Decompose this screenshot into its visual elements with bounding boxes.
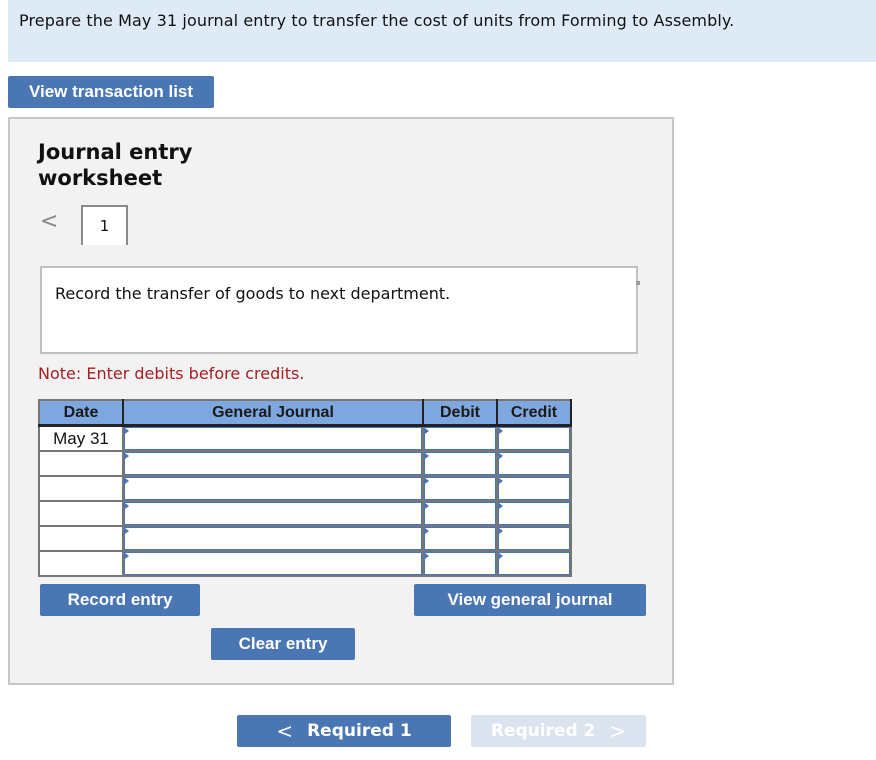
transaction-description-box: Record the transfer of goods to next dep… (40, 266, 638, 354)
account-input[interactable] (124, 527, 422, 550)
account-cell (122, 475, 424, 502)
credit-cell (496, 550, 572, 577)
worksheet-page-tab-1[interactable]: 1 (81, 205, 128, 245)
account-cell (122, 500, 424, 527)
account-input[interactable] (124, 552, 422, 575)
header-date: Date (39, 400, 124, 427)
debit-input[interactable] (424, 552, 496, 575)
record-entry-button[interactable]: Record entry (40, 584, 200, 616)
worksheet-title: Journal entry worksheet (38, 140, 193, 190)
credit-cell (496, 475, 572, 502)
journal-table: Date General Journal Debit Credit May 31 (38, 399, 572, 577)
debit-cell (422, 475, 498, 502)
debit-input[interactable] (424, 427, 496, 450)
date-cell (38, 525, 124, 552)
required-2-label: Required 2 (490, 721, 596, 741)
table-row (38, 550, 572, 577)
instruction-text: Prepare the May 31 journal entry to tran… (19, 11, 735, 30)
clear-entry-button[interactable]: Clear entry (211, 628, 355, 660)
credit-input[interactable] (498, 502, 570, 525)
credit-input[interactable] (498, 452, 570, 475)
resize-marker (636, 281, 640, 285)
header-debit: Debit (423, 400, 498, 427)
debit-input[interactable] (424, 477, 496, 500)
debit-credit-note: Note: Enter debits before credits. (38, 364, 305, 383)
table-row (38, 500, 572, 527)
date-cell (38, 475, 124, 502)
journal-entry-worksheet-panel: Journal entry worksheet < 1 Record the t… (8, 117, 674, 685)
credit-cell (496, 424, 572, 452)
debit-input[interactable] (424, 452, 496, 475)
instruction-banner: Prepare the May 31 journal entry to tran… (8, 0, 876, 62)
debit-cell (422, 450, 498, 477)
credit-cell (496, 500, 572, 527)
credit-input[interactable] (498, 527, 570, 550)
credit-input[interactable] (498, 477, 570, 500)
account-cell (122, 550, 424, 577)
credit-cell (496, 525, 572, 552)
account-input[interactable] (124, 477, 422, 500)
debit-input[interactable] (424, 502, 496, 525)
header-general-journal: General Journal (123, 400, 424, 427)
table-row: May 31 (38, 424, 572, 452)
account-cell (122, 424, 424, 452)
table-row (38, 450, 572, 477)
debit-cell (422, 525, 498, 552)
chevron-left-icon: < (276, 719, 294, 743)
view-general-journal-button[interactable]: View general journal (414, 584, 646, 616)
table-row (38, 525, 572, 552)
page-number: 1 (99, 217, 110, 235)
table-row (38, 475, 572, 502)
date-cell (38, 450, 124, 477)
header-credit: Credit (497, 400, 572, 427)
required-2-button[interactable]: Required 2 > (471, 715, 646, 747)
credit-input[interactable] (498, 552, 570, 575)
account-input[interactable] (124, 427, 422, 450)
journal-table-header: Date General Journal Debit Credit (39, 400, 572, 427)
debit-input[interactable] (424, 527, 496, 550)
transaction-description: Record the transfer of goods to next dep… (55, 284, 451, 303)
credit-input[interactable] (498, 427, 570, 450)
date-cell (38, 500, 124, 527)
debit-cell (422, 424, 498, 452)
view-transaction-list-button[interactable]: View transaction list (8, 76, 214, 108)
chevron-left-icon[interactable]: < (40, 211, 58, 233)
debit-cell (422, 550, 498, 577)
debit-cell (422, 500, 498, 527)
account-cell (122, 525, 424, 552)
account-input[interactable] (124, 502, 422, 525)
account-input[interactable] (124, 452, 422, 475)
account-cell (122, 450, 424, 477)
chevron-right-icon: > (609, 719, 627, 743)
credit-cell (496, 450, 572, 477)
date-cell (38, 550, 124, 577)
date-cell: May 31 (38, 424, 124, 452)
required-1-label: Required 1 (307, 721, 412, 741)
required-1-button[interactable]: < Required 1 (237, 715, 451, 747)
